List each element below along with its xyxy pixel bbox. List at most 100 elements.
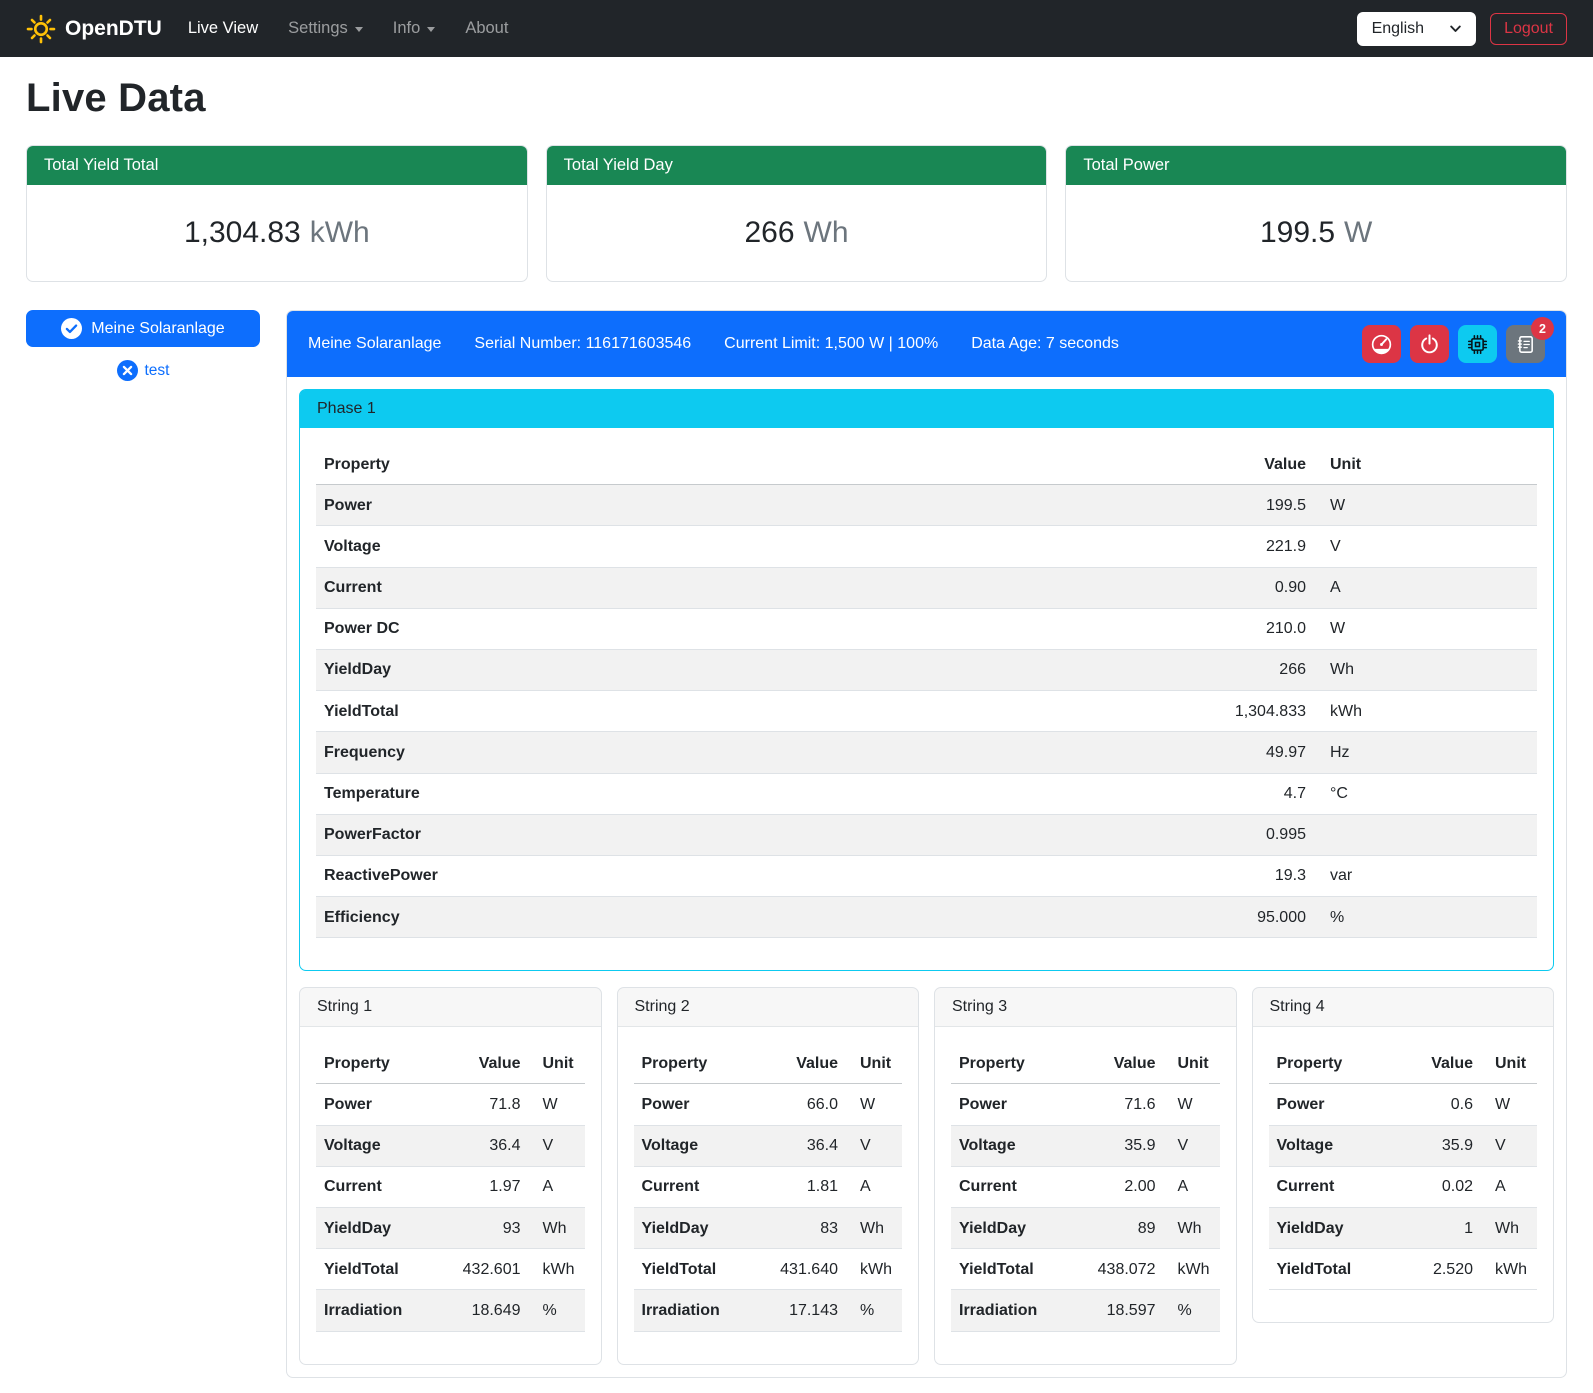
property-cell: Current (316, 567, 1164, 608)
nav-info[interactable]: Info (393, 19, 436, 38)
event-log-button[interactable]: 2 (1506, 325, 1545, 363)
sidebar-item-selected-inverter[interactable]: Meine Solaranlage (26, 310, 260, 347)
string-title: String 4 (1253, 988, 1554, 1027)
property-cell: Power (951, 1084, 1076, 1125)
unit-cell: V (529, 1125, 585, 1166)
value-cell: 2.520 (1393, 1249, 1481, 1290)
string-2-table: PropertyValueUnit Power66.0WVoltage36.4V… (634, 1043, 903, 1331)
column-header: Unit (529, 1043, 585, 1084)
value-cell: 0.6 (1393, 1084, 1481, 1125)
unit-cell: Wh (846, 1208, 902, 1249)
unit-cell: W (846, 1084, 902, 1125)
strings-row: String 1 PropertyValueUnit Power71.8WVol… (299, 987, 1554, 1364)
column-header: Value (441, 1043, 529, 1084)
table-row: Irradiation18.597% (951, 1290, 1220, 1331)
device-info-button[interactable] (1458, 325, 1497, 363)
power-button[interactable] (1410, 325, 1449, 363)
brand[interactable]: OpenDTU (26, 14, 162, 44)
unit-cell: A (1481, 1166, 1537, 1207)
table-row: YieldDay1Wh (1269, 1208, 1538, 1249)
nav-live-view[interactable]: Live View (188, 19, 258, 38)
value-cell: 95.000 (1164, 897, 1314, 938)
inverter-toolbar: 2 (1362, 325, 1545, 363)
total-yield-total-card: Total Yield Total 1,304.83 kWh (26, 145, 528, 282)
unit-cell: V (846, 1125, 902, 1166)
table-header-row: PropertyValueUnit (951, 1043, 1220, 1084)
unit-cell: kWh (1481, 1249, 1537, 1290)
table-row: Temperature4.7°C (316, 773, 1537, 814)
property-cell: Voltage (316, 526, 1164, 567)
nav-settings[interactable]: Settings (288, 19, 363, 38)
property-cell: PowerFactor (316, 814, 1164, 855)
chevron-down-icon (1450, 25, 1461, 33)
value-cell: 0.02 (1393, 1166, 1481, 1207)
unit-cell: W (1314, 608, 1537, 649)
property-cell: Voltage (316, 1125, 441, 1166)
value-cell: 17.143 (758, 1290, 846, 1331)
inverter-name: Meine Solaranlage (308, 335, 441, 353)
value-cell: 49.97 (1164, 732, 1314, 773)
event-count-badge: 2 (1531, 317, 1554, 340)
unit-cell: W (529, 1084, 585, 1125)
value-cell: 35.9 (1076, 1125, 1164, 1166)
unit-cell: W (1481, 1084, 1537, 1125)
table-header-row: PropertyValueUnit (1269, 1043, 1538, 1084)
value-cell: 1 (1393, 1208, 1481, 1249)
value-cell: 438.072 (1076, 1249, 1164, 1290)
table-row: Power71.8W (316, 1084, 585, 1125)
unit-cell: % (529, 1290, 585, 1331)
unit-cell: kWh (529, 1249, 585, 1290)
unit-cell: W (1314, 485, 1537, 526)
column-header: Value (758, 1043, 846, 1084)
value-cell: 266 (1164, 649, 1314, 690)
total-yield-day-card: Total Yield Day 266 Wh (546, 145, 1048, 282)
sidebar-item-label: test (145, 362, 170, 380)
unit-cell: Wh (529, 1208, 585, 1249)
logout-button[interactable]: Logout (1490, 13, 1567, 45)
unit-cell: A (1164, 1166, 1220, 1207)
table-row: Voltage35.9V (1269, 1125, 1538, 1166)
nav-about-label: About (465, 19, 508, 38)
table-header-row: PropertyValueUnit (316, 444, 1537, 485)
table-row: Power0.6W (1269, 1084, 1538, 1125)
phase-title: Phase 1 (300, 390, 1553, 428)
sidebar-item-test-inverter[interactable]: test (26, 360, 260, 381)
inverter-card: Meine Solaranlage Serial Number: 1161716… (286, 310, 1567, 1378)
property-cell: Voltage (634, 1125, 759, 1166)
limit-settings-button[interactable] (1362, 325, 1401, 363)
unit-cell: A (1314, 567, 1537, 608)
language-select[interactable]: English (1357, 12, 1476, 46)
unit-cell: kWh (846, 1249, 902, 1290)
language-value: English (1372, 20, 1424, 38)
nav-settings-label: Settings (288, 19, 348, 38)
total-power-card: Total Power 199.5 W (1065, 145, 1567, 282)
property-cell: YieldDay (316, 649, 1164, 690)
card-title: Total Yield Day (547, 146, 1047, 185)
card-title: Total Yield Total (27, 146, 527, 185)
property-cell: Irradiation (951, 1290, 1076, 1331)
property-cell: YieldDay (1269, 1208, 1394, 1249)
sidebar-item-label: Meine Solaranlage (91, 320, 224, 338)
table-row: Voltage36.4V (634, 1125, 903, 1166)
table-row: YieldDay93Wh (316, 1208, 585, 1249)
string-1-card: String 1 PropertyValueUnit Power71.8WVol… (299, 987, 602, 1364)
page-title: Live Data (26, 76, 1567, 121)
property-cell: Power DC (316, 608, 1164, 649)
value-cell: 1.81 (758, 1166, 846, 1207)
card-unit: W (1344, 216, 1372, 250)
unit-cell: V (1314, 526, 1537, 567)
inverter-serial: Serial Number: 116171603546 (474, 335, 691, 353)
column-header: Unit (1314, 444, 1537, 485)
nav-live-view-label: Live View (188, 19, 258, 38)
property-cell: Current (951, 1166, 1076, 1207)
value-cell: 0.90 (1164, 567, 1314, 608)
phase-table: PropertyValueUnit Power199.5WVoltage221.… (316, 444, 1537, 938)
string-4-card: String 4 PropertyValueUnit Power0.6WVolt… (1252, 987, 1555, 1323)
inverter-header: Meine Solaranlage Serial Number: 1161716… (287, 311, 1566, 377)
nav-about[interactable]: About (465, 19, 508, 38)
table-row: Power199.5W (316, 485, 1537, 526)
string-title: String 3 (935, 988, 1236, 1027)
cpu-icon (1465, 332, 1490, 357)
column-header: Property (1269, 1043, 1394, 1084)
property-cell: Power (316, 1084, 441, 1125)
